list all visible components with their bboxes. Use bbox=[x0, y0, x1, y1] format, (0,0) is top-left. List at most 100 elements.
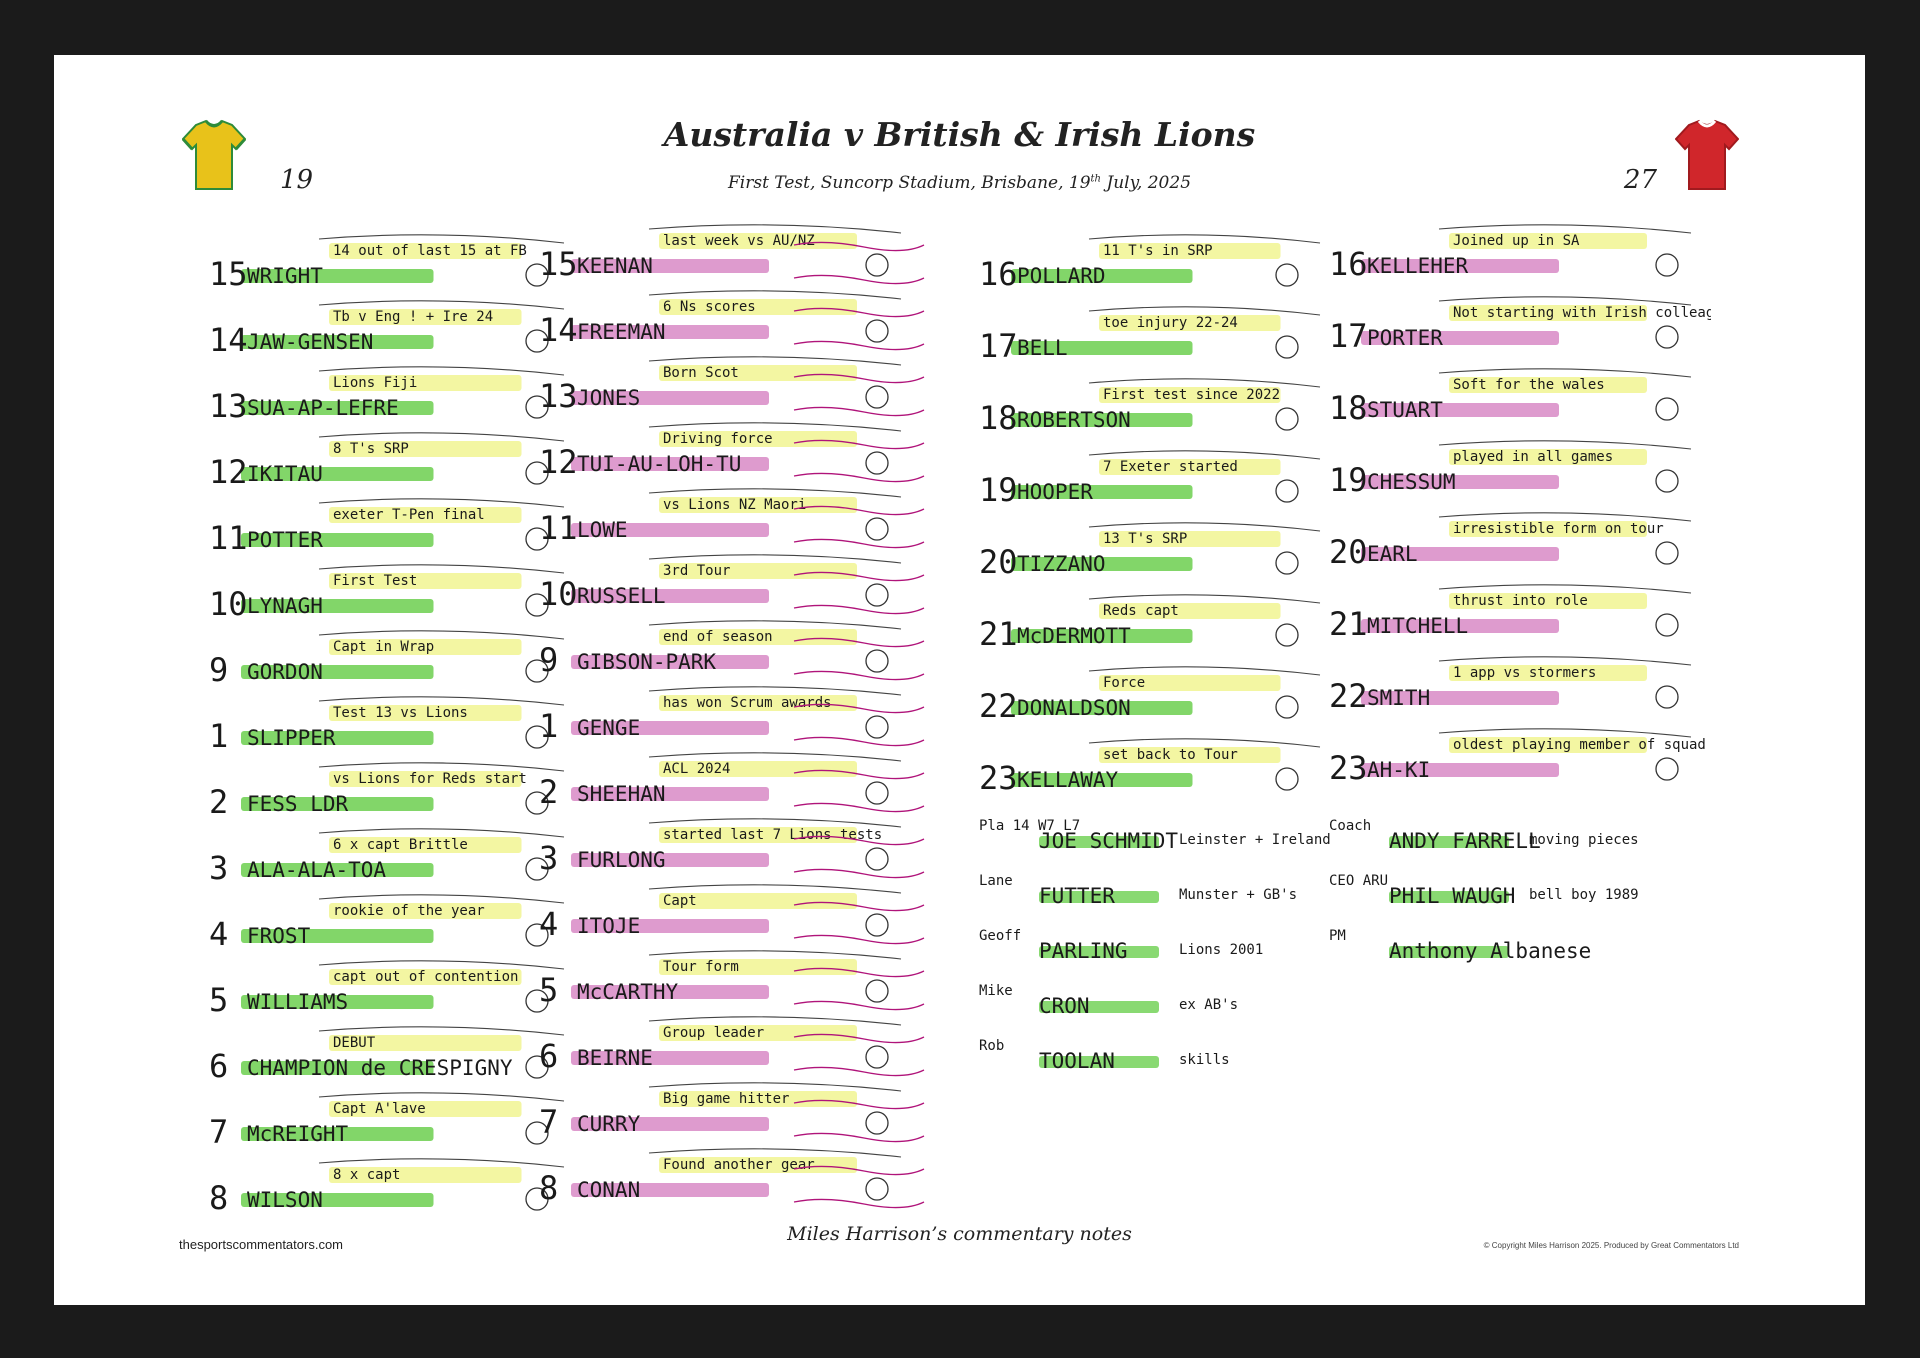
lions-player-shirt-number: 13 bbox=[539, 377, 578, 415]
aus-bench-scribble-loop bbox=[1088, 450, 1321, 460]
handwritten-notes-area: 15 WRIGHT 14 out of last 15 at FB 14 JAW-GEN… bbox=[209, 215, 1740, 1250]
aus-player-scribble-loop bbox=[318, 894, 565, 904]
lions-bench-caps-circle bbox=[1655, 541, 1679, 565]
lions-player-player-note: Tour form bbox=[663, 959, 739, 975]
aus-player-scribble-loop bbox=[318, 498, 565, 508]
lions-bench-player-name: KELLEHER bbox=[1367, 254, 1469, 278]
lions-bench-scribble-loop bbox=[1438, 728, 1692, 738]
lions-player-shirt-number: 8 bbox=[539, 1169, 558, 1207]
aus-player-shirt-number: 1 bbox=[209, 717, 228, 755]
staff-role: Rob bbox=[979, 1038, 1004, 1054]
aus-player-scribble-loop bbox=[318, 630, 565, 640]
lions-player-shirt-number: 12 bbox=[539, 443, 578, 481]
lions-player-player-name: ITOJE bbox=[577, 914, 640, 938]
site-url: thesportscommentators.com bbox=[179, 1237, 344, 1252]
lions-bench-caps-circle bbox=[1655, 397, 1679, 421]
staff-role: CEO ARU bbox=[1329, 873, 1388, 889]
aus-player-shirt-number: 8 bbox=[209, 1179, 228, 1217]
aus-bench-player-note: 7 Exeter started bbox=[1103, 459, 1238, 475]
aus-bench-scribble-loop bbox=[1088, 234, 1321, 244]
lions-player-caps-circle bbox=[865, 1111, 889, 1135]
lions-bench-shirt-number: 22 bbox=[1329, 677, 1368, 715]
aus-bench-caps-circle bbox=[1275, 767, 1299, 791]
lions-player-player-name: JONES bbox=[577, 386, 640, 410]
aus-player-scribble-loop bbox=[318, 960, 565, 970]
notes-canvas: 15 WRIGHT14 out of last 15 at FB14 JAW-GEN… bbox=[209, 224, 1740, 1217]
lions-bench-player-note: 1 app vs stormers bbox=[1453, 665, 1596, 681]
lions-bench-scribble-loop bbox=[1438, 296, 1692, 306]
lions-player-shirt-number: 14 bbox=[539, 311, 578, 349]
lions-player-scribble-loop bbox=[648, 950, 902, 960]
staff-name: CRON bbox=[1039, 994, 1090, 1018]
lions-bench-scribble-loop bbox=[1438, 512, 1692, 522]
lions-player-shirt-number: 15 bbox=[539, 245, 578, 283]
aus-player-shirt-number: 6 bbox=[209, 1047, 228, 1085]
lions-player-scribble-loop bbox=[648, 1148, 902, 1158]
aus-bench-player-name: HOOPER bbox=[1017, 480, 1093, 504]
poster-sheet: 19 27 Australia v British & Irish Lions … bbox=[54, 55, 1865, 1305]
lions-player-player-name: McCARTHY bbox=[577, 980, 679, 1004]
lions-bench-scribble-loop bbox=[1438, 584, 1692, 594]
aus-player-shirt-number: 3 bbox=[209, 849, 228, 887]
aus-player-shirt-number: 4 bbox=[209, 915, 228, 953]
aus-player-player-note: Capt in Wrap bbox=[333, 639, 434, 655]
aus-bench-player-note: set back to Tour bbox=[1103, 747, 1238, 763]
lions-player-scribble-loop bbox=[648, 686, 902, 696]
aus-player-player-name: WRIGHT bbox=[247, 264, 323, 288]
aus-player-shirt-number: 9 bbox=[209, 651, 228, 689]
staff-name: PARLING bbox=[1039, 939, 1128, 963]
magenta-scribble bbox=[793, 1132, 925, 1143]
aus-player-scribble-loop bbox=[318, 1092, 565, 1102]
lions-bench-player-name: SMITH bbox=[1367, 686, 1430, 710]
aus-player-player-note: 8 T's SRP bbox=[333, 441, 409, 457]
staff-note: ex AB's bbox=[1179, 997, 1238, 1013]
aus-player-player-name: POTTER bbox=[247, 528, 323, 552]
lions-player-shirt-number: 4 bbox=[539, 905, 558, 943]
lions-bench-scribble-loop bbox=[1438, 224, 1692, 234]
lions-player-player-note: 6 Ns scores bbox=[663, 299, 756, 315]
magenta-scribble bbox=[793, 1000, 925, 1011]
magenta-scribble bbox=[793, 1198, 925, 1209]
lions-player-player-note: vs Lions NZ Maori bbox=[663, 497, 806, 513]
aus-bench-shirt-number: 21 bbox=[979, 615, 1018, 653]
aus-player-player-note: First Test bbox=[333, 573, 417, 589]
lions-player-caps-circle bbox=[865, 715, 889, 739]
aus-player-player-name: McREIGHT bbox=[247, 1122, 349, 1146]
lions-player-scribble-loop bbox=[648, 554, 902, 564]
lions-player-player-note: Big game hitter bbox=[663, 1091, 789, 1107]
lions-player-shirt-number: 9 bbox=[539, 641, 558, 679]
aus-player-player-name: WILSON bbox=[247, 1188, 323, 1212]
lions-bench-player-name: STUART bbox=[1367, 398, 1443, 422]
lions-player-player-note: Capt bbox=[663, 893, 697, 909]
aus-bench-player-note: Reds capt bbox=[1103, 603, 1179, 619]
lions-bench-player-note: Soft for the wales bbox=[1453, 377, 1605, 393]
aus-bench-player-name: BELL bbox=[1017, 336, 1068, 360]
aus-player-player-note: Tb v Eng ! + Ire 24 bbox=[333, 309, 493, 325]
staff-note: bell boy 1989 bbox=[1529, 887, 1639, 903]
lions-bench-caps-circle bbox=[1655, 325, 1679, 349]
lions-bench-player-name: EARL bbox=[1367, 542, 1418, 566]
staff-note: Munster + GB's bbox=[1179, 887, 1297, 903]
lions-player-scribble-loop bbox=[648, 818, 902, 828]
aus-player-player-note: DEBUT bbox=[333, 1035, 376, 1051]
lions-player-caps-circle bbox=[865, 913, 889, 937]
lions-player-player-note: Driving force bbox=[663, 431, 773, 447]
lions-bench-player-name: MITCHELL bbox=[1367, 614, 1468, 638]
magenta-scribble bbox=[793, 538, 925, 549]
lions-bench-caps-circle bbox=[1655, 253, 1679, 277]
aus-bench-player-note: First test since 2022 bbox=[1103, 387, 1280, 403]
magenta-scribble bbox=[793, 274, 925, 285]
lions-player-player-note: ACL 2024 bbox=[663, 761, 730, 777]
lions-bench-scribble-loop bbox=[1438, 440, 1692, 450]
lions-player-shirt-number: 3 bbox=[539, 839, 558, 877]
lions-bench-player-name: CHESSUM bbox=[1367, 470, 1456, 494]
aus-player-shirt-number: 14 bbox=[209, 321, 248, 359]
aus-player-shirt-number: 13 bbox=[209, 387, 248, 425]
lions-bench-player-note: oldest playing member of squad bbox=[1453, 737, 1706, 753]
magenta-scribble bbox=[793, 868, 925, 879]
staff-name: FUTTER bbox=[1039, 884, 1115, 908]
aus-bench-shirt-number: 16 bbox=[979, 255, 1018, 293]
aus-bench-scribble-loop bbox=[1088, 522, 1321, 532]
aus-bench-shirt-number: 23 bbox=[979, 759, 1018, 797]
lions-player-player-name: CONAN bbox=[577, 1178, 640, 1202]
